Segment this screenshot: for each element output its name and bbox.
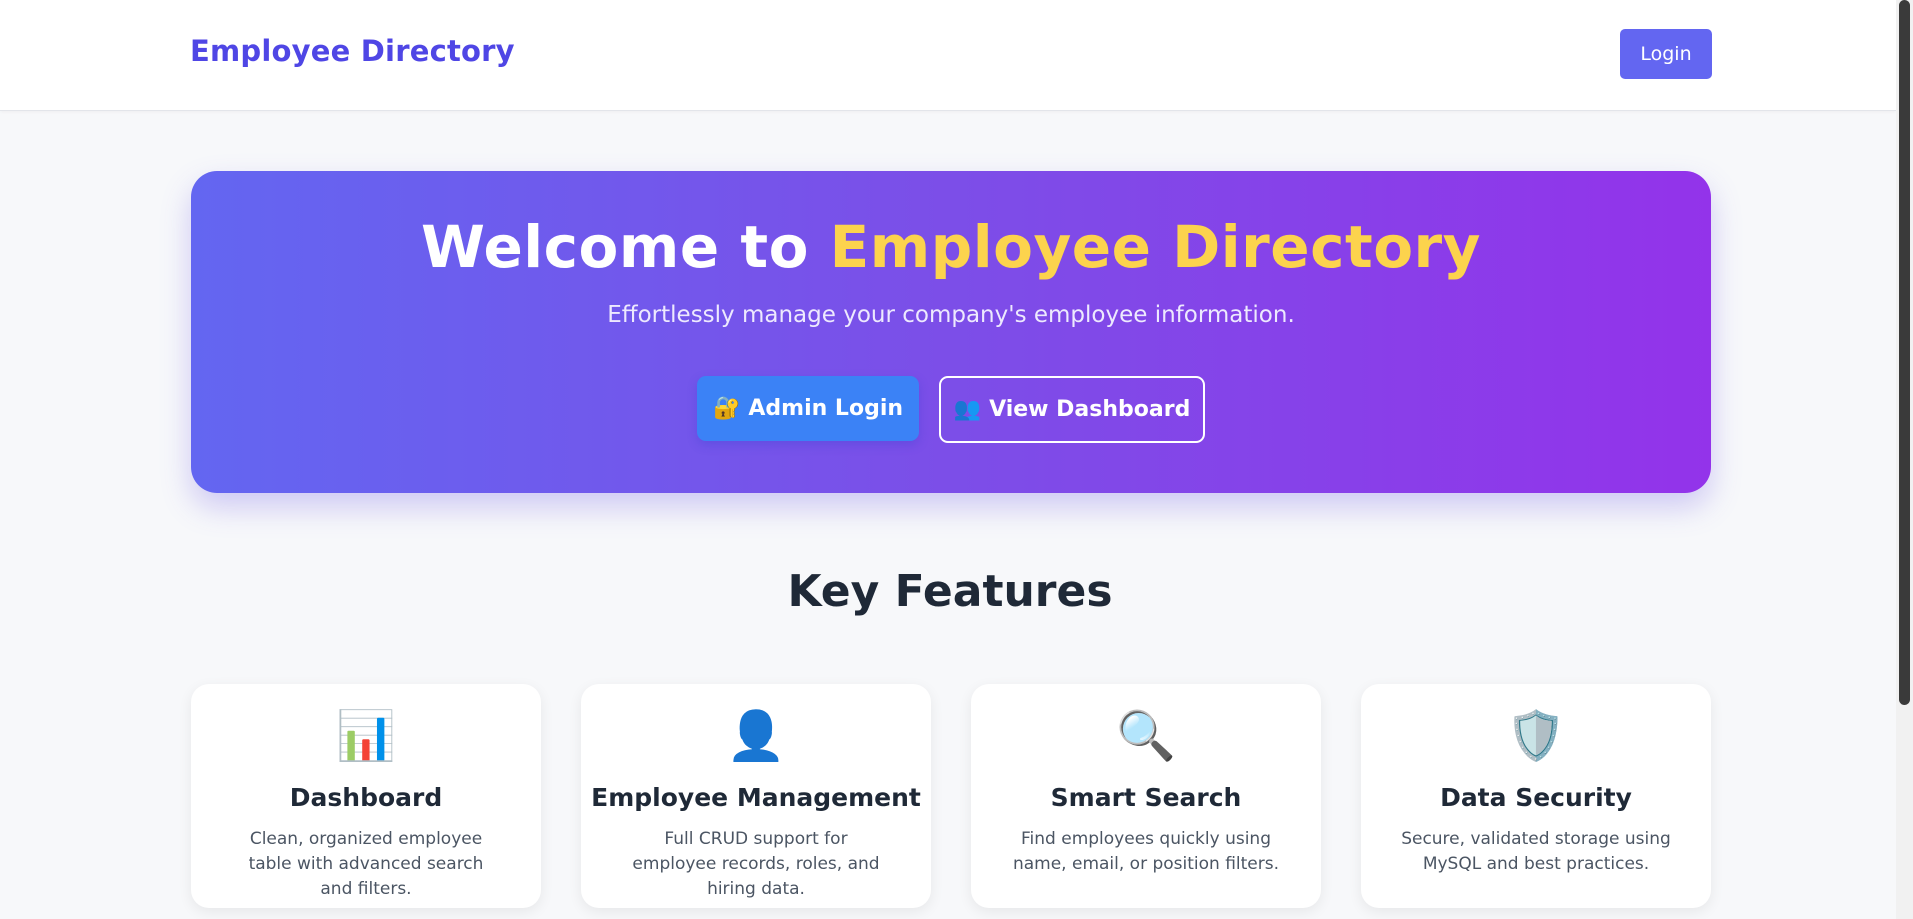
view-dashboard-button[interactable]: 👥 View Dashboard <box>939 376 1205 443</box>
admin-login-button[interactable]: 🔐 Admin Login <box>697 376 919 441</box>
feature-card-description: Full CRUD support for employee records, … <box>632 829 880 899</box>
admin-login-label: Admin Login <box>748 396 904 421</box>
feature-card-title: Data Security <box>1440 783 1632 812</box>
feature-card-smart-search: 🔍 Smart Search Find employees quickly us… <box>971 684 1321 908</box>
hero-title-accent: Employee Directory <box>829 213 1481 281</box>
hero-actions: 🔐 Admin Login 👥 View Dashboard <box>191 376 1711 443</box>
hero-subtitle: Effortlessly manage your company's emplo… <box>607 302 1295 328</box>
hero-title-prefix: Welcome to <box>421 213 830 281</box>
features-heading: Key Features <box>787 566 1113 617</box>
hero-banner: Welcome to Employee Directory Effortless… <box>191 171 1711 493</box>
page-scrollbar[interactable] <box>1896 0 1913 919</box>
page: Employee Directory Login Welcome to Empl… <box>0 0 1913 919</box>
feature-card-description: Find employees quickly using name, email… <box>1012 829 1280 874</box>
magnifier-icon: 🔍 <box>1116 708 1176 764</box>
feature-card-description: Clean, organized employee table with adv… <box>248 829 484 899</box>
feature-card-employee-management: 👤 Employee Management Full CRUD support … <box>581 684 931 908</box>
view-dashboard-label: View Dashboard <box>989 397 1191 422</box>
bar-chart-icon: 📊 <box>336 708 396 764</box>
feature-card-title: Employee Management <box>591 783 921 812</box>
shield-icon: 🛡️ <box>1506 708 1566 764</box>
feature-card-dashboard: 📊 Dashboard Clean, organized employee ta… <box>191 684 541 908</box>
user-icon: 👤 <box>726 708 786 764</box>
scrollbar-thumb[interactable] <box>1899 0 1910 705</box>
hero-title: Welcome to Employee Directory <box>191 213 1711 281</box>
feature-card-data-security: 🛡️ Data Security Secure, validated stora… <box>1361 684 1711 908</box>
navbar: Employee Directory Login <box>0 0 1896 111</box>
people-icon: 👥 <box>953 397 982 422</box>
feature-card-title: Dashboard <box>289 783 443 812</box>
feature-card-description: Secure, validated storage using MySQL an… <box>1401 829 1671 874</box>
feature-card-title: Smart Search <box>1050 783 1242 812</box>
lock-key-icon: 🔐 <box>712 396 741 421</box>
brand-link[interactable]: Employee Directory <box>190 34 515 68</box>
feature-cards: 📊 Dashboard Clean, organized employee ta… <box>191 684 1711 908</box>
login-button[interactable]: Login <box>1620 29 1712 79</box>
